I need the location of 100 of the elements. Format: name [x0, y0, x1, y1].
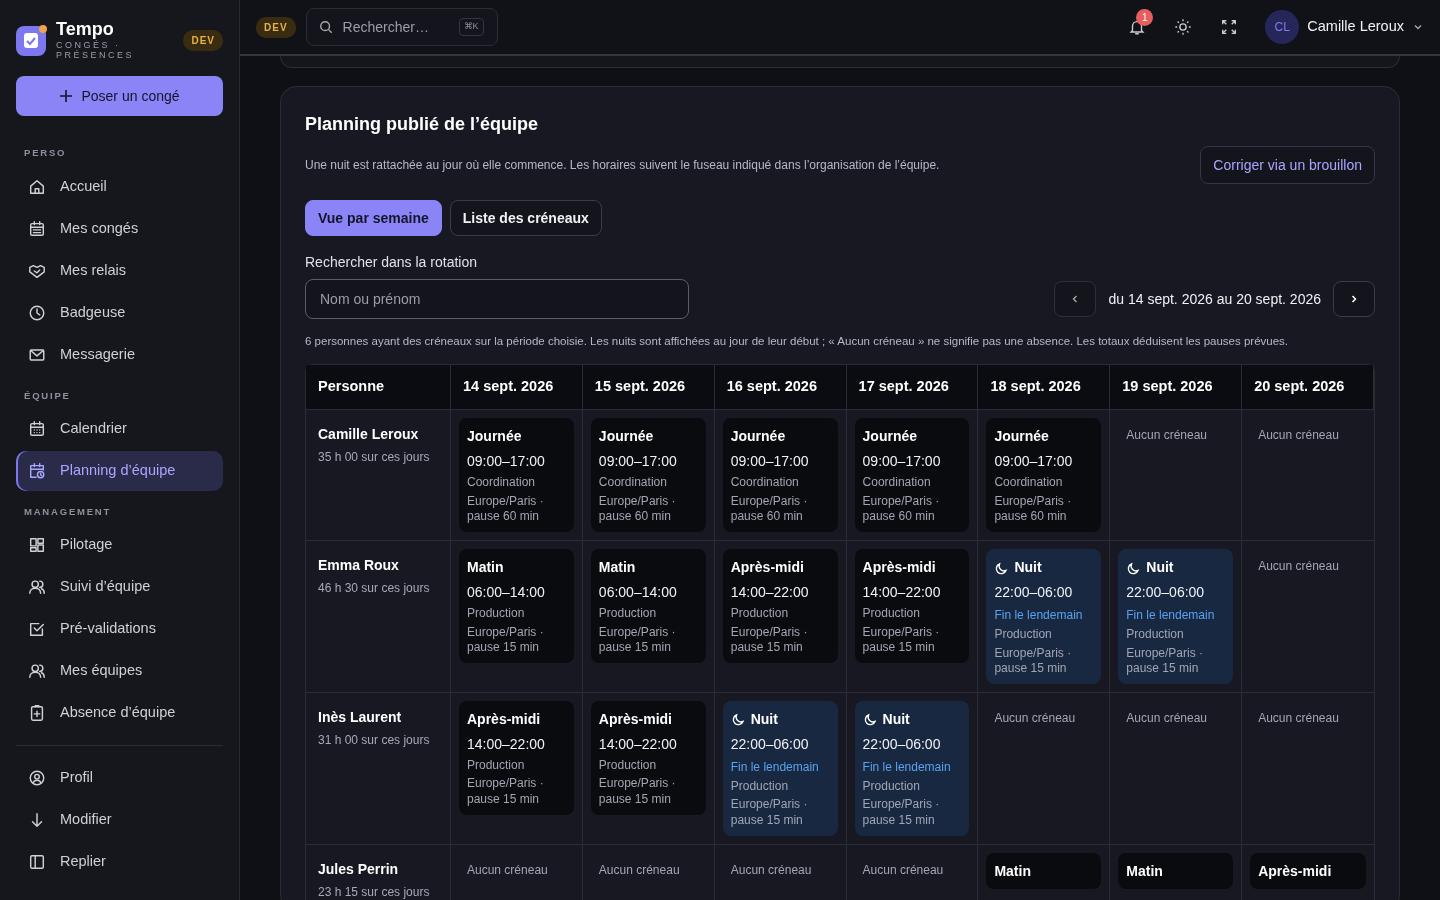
shift-title: Matin	[467, 558, 504, 578]
hours-total: 46 h 30 sur ces jours	[317, 580, 431, 598]
shift-details: Europe/Paris · pause 15 min	[994, 645, 1073, 677]
shift-team: Coordination	[862, 475, 932, 491]
expand-icon	[1220, 18, 1239, 36]
shift-time: 09:00–17:00	[467, 452, 546, 472]
plus-icon	[59, 89, 74, 104]
hours-total: 23 h 15 sur ces jours	[317, 883, 431, 900]
search-field[interactable]: Nom ou prénom	[305, 279, 689, 319]
shift-team: Coordination	[598, 475, 668, 491]
shift-title: Journée	[467, 427, 522, 447]
panel-note: Une nuit est rattachée au jour où elle commence. Les horaires suivent le fuseau indiqué dans l’organisation de l’équipe.	[305, 157, 940, 174]
shift-title: Après-midi	[467, 709, 541, 729]
shift-title: Journée	[994, 427, 1049, 447]
hours-total: 31 h 00 sur ces jours	[317, 731, 431, 749]
shift-details: Europe/Paris · pause 15 min	[862, 624, 941, 656]
calendar-icon	[28, 419, 46, 438]
shift-details: Europe/Paris · pause 60 min	[598, 493, 677, 526]
shift-time: 22:00–06:00	[994, 583, 1074, 603]
shift-time: 22:00–06:00	[730, 734, 810, 754]
brand-name: Tempo	[56, 20, 115, 39]
shift-details: Europe/Paris · pause 60 min	[730, 493, 809, 526]
shift-time: 22:00–06:00	[1126, 583, 1206, 603]
sidebar-item[interactable]: Pilotage	[16, 525, 223, 565]
shift-title: Journée	[730, 427, 786, 447]
hours-total: 35 h 00 sur ces jours	[317, 449, 431, 467]
shift-time: 09:00–17:00	[730, 452, 810, 472]
sidebar-item[interactable]: Mes équipes	[16, 651, 223, 691]
env-badge: DEV	[183, 29, 223, 51]
column-header: 15 sept. 2026	[582, 365, 715, 410]
sidebar-item[interactable]: Calendrier	[16, 408, 223, 449]
empty-slot-text: Aucun créneau	[1257, 709, 1340, 727]
shift-team: Production	[467, 606, 526, 622]
view-tab[interactable]: Liste des créneaux	[449, 200, 602, 236]
shift-title: Après-midi	[1258, 861, 1332, 881]
sidebar-item[interactable]: Pré-validations	[16, 609, 223, 649]
shift-team: Production	[730, 778, 790, 795]
shift-time: 22:00–06:00	[862, 734, 942, 754]
column-header: 17 sept. 2026	[846, 365, 979, 410]
sidebar-item[interactable]: Mes relais	[16, 250, 223, 291]
shift-time: 14:00–22:00	[862, 583, 942, 603]
sidebar-item[interactable]: Absence d’équipe	[16, 693, 223, 733]
person-name: Emma Roux	[317, 556, 400, 576]
brand-subtitle: CONGÉS · PRÉSENCES	[56, 39, 136, 61]
next-day-note: Fin le lendemain	[862, 758, 952, 776]
view-tab[interactable]: Vue par semaine	[305, 200, 442, 236]
shift-title: Matin	[1126, 861, 1163, 881]
next-day-note: Fin le lendemain	[1126, 607, 1216, 625]
sidebar-item[interactable]: Replier	[16, 842, 223, 882]
field-label: Rechercher dans la rotation	[305, 253, 478, 272]
clipboard-plus-icon	[28, 704, 46, 722]
shift-team: Production	[467, 757, 526, 774]
search-field[interactable]: Rechercher…	[340, 15, 451, 39]
shift-details: Europe/Paris · pause 15 min	[467, 776, 545, 808]
sidebar-item[interactable]: Modifier	[16, 800, 223, 840]
date-range: du 14 sept. 2026 au 20 sept. 2026	[1108, 289, 1321, 309]
sidebar-item[interactable]: Messagerie	[16, 334, 223, 375]
users-icon	[28, 578, 46, 596]
draft-button[interactable]: Corriger via un brouillon	[1200, 146, 1375, 184]
shift-title: Matin	[994, 861, 1031, 881]
sidebar-item[interactable]: Profil	[16, 758, 223, 798]
person-name: Jules Perrin	[317, 859, 400, 879]
column-header: 16 sept. 2026	[714, 365, 847, 410]
search-field[interactable]: Rechercher… ⌘K	[305, 8, 498, 46]
sidebar-item[interactable]: Accueil	[16, 166, 223, 207]
user-name: Camille Leroux	[1307, 17, 1404, 37]
shift-time: 09:00–17:00	[862, 452, 942, 472]
shift-time: 09:00–17:00	[598, 452, 678, 472]
calendar-clock-icon	[28, 461, 46, 480]
sidebar-item[interactable]: Badgeuse	[16, 292, 223, 333]
search-icon	[318, 20, 333, 34]
shift-title: Journée	[862, 427, 918, 447]
shift-details: Europe/Paris · pause 60 min	[994, 493, 1073, 526]
shift-details: Europe/Paris · pause 15 min	[598, 624, 677, 656]
empty-slot-text: Aucun créneau	[1257, 558, 1340, 576]
shift-title: Après-midi	[862, 558, 936, 578]
sidebar-item[interactable]: Mes congés	[16, 208, 223, 249]
empty-slot-text: Aucun créneau	[729, 861, 813, 879]
section-title: PERSO	[23, 146, 68, 161]
users-icon	[28, 662, 46, 680]
next-day-note: Fin le lendemain	[994, 607, 1084, 625]
empty-slot-text: Aucun créneau	[993, 709, 1077, 727]
empty-slot-text: Aucun créneau	[1257, 427, 1340, 445]
shift-time: 09:00–17:00	[994, 452, 1074, 472]
shortcut-hint: ⌘K	[458, 18, 484, 36]
new-leave-button[interactable]: Poser un congé	[16, 76, 223, 117]
shift-team: Production	[730, 606, 790, 622]
section-title: MANAGEMENT	[23, 504, 113, 519]
next-day-note: Fin le lendemain	[730, 758, 820, 776]
person-name: Camille Leroux	[317, 425, 420, 445]
shift-team: Coordination	[467, 475, 537, 491]
shift-title: Nuit	[1146, 558, 1174, 578]
shift-details: Europe/Paris · pause 15 min	[862, 797, 941, 829]
sidebar-item[interactable]: Planning d’équipe	[16, 450, 223, 491]
sidebar-item[interactable]: Suivi d’équipe	[16, 567, 223, 607]
sidebar-icon	[28, 853, 46, 871]
user-menu[interactable]: CL Camille Leroux	[1265, 10, 1424, 44]
column-header: Personne	[306, 365, 451, 410]
person-name: Inès Laurent	[317, 707, 403, 727]
shift-details: Europe/Paris · pause 15 min	[730, 797, 809, 829]
